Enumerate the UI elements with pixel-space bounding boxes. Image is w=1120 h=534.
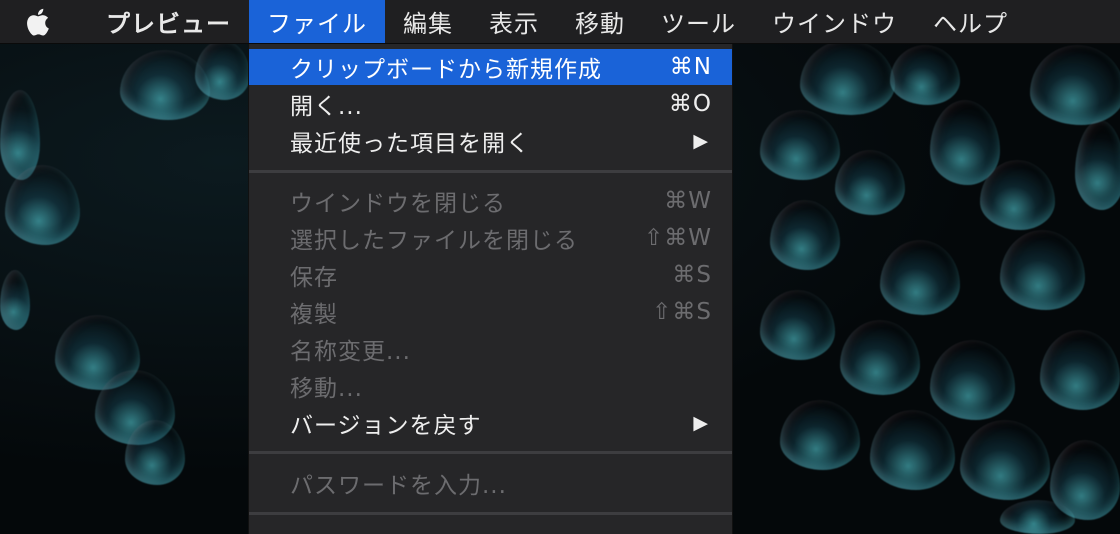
menu-item-open[interactable]: 開く... ⌘O <box>249 86 732 122</box>
menu-item-label: 保存 <box>290 265 338 291</box>
menu-item-label: パスワードを入力... <box>290 473 507 499</box>
menu-go[interactable]: 移動 <box>557 0 643 43</box>
menu-item-enter-password: パスワードを入力... <box>249 465 732 501</box>
submenu-arrow-icon: ▶ <box>693 412 708 434</box>
menu-item-label: 移動... <box>290 376 363 402</box>
wallpaper-bokeh <box>195 40 250 100</box>
menu-item-close-window: ウインドウを閉じる ⌘W <box>249 183 732 219</box>
menu-view[interactable]: 表示 <box>471 0 557 43</box>
menu-bar: プレビュー ファイル 編集 表示 移動 ツール ウインドウ ヘルプ <box>0 0 1120 44</box>
menu-item-label: 開く... <box>290 94 363 120</box>
wallpaper-bokeh <box>890 45 960 105</box>
shortcut-label: ⌘N <box>669 54 712 80</box>
menu-separator <box>249 170 732 173</box>
menu-separator <box>249 451 732 454</box>
menu-item-label: クリップボードから新規作成 <box>290 57 602 83</box>
menu-item-label: 名称変更... <box>290 339 411 365</box>
wallpaper-bokeh <box>930 340 1015 420</box>
wallpaper-bokeh <box>780 400 860 470</box>
wallpaper-bokeh <box>980 160 1055 230</box>
wallpaper-bokeh <box>770 200 840 270</box>
shortcut-label: ⇧⌘S <box>652 299 712 325</box>
wallpaper-bokeh <box>1075 120 1120 210</box>
menu-item-revert-to[interactable]: バージョンを戻す ▶ <box>249 405 732 441</box>
wallpaper-bokeh <box>5 165 80 245</box>
wallpaper-bokeh <box>0 270 30 330</box>
wallpaper-bokeh <box>1030 45 1120 125</box>
wallpaper-bokeh <box>880 240 960 315</box>
menu-item-new-from-clipboard[interactable]: クリップボードから新規作成 ⌘N <box>249 49 732 85</box>
wallpaper-bokeh <box>1000 230 1085 310</box>
apple-menu[interactable] <box>0 0 74 43</box>
submenu-arrow-icon: ▶ <box>693 130 708 152</box>
menu-item-label: ウインドウを閉じる <box>290 191 506 217</box>
menu-item-close-selected: 選択したファイルを閉じる ⇧⌘W <box>249 220 732 256</box>
wallpaper-bokeh <box>960 420 1050 500</box>
menu-item-save: 保存 ⌘S <box>249 257 732 293</box>
shortcut-label: ⌘O <box>668 91 712 117</box>
wallpaper-bokeh <box>760 110 840 180</box>
wallpaper-bokeh <box>800 40 895 115</box>
apple-logo-icon <box>27 8 49 36</box>
menu-tools[interactable]: ツール <box>643 0 754 43</box>
wallpaper-bokeh <box>870 410 955 490</box>
shortcut-label: ⌘W <box>664 188 712 214</box>
menu-window[interactable]: ウインドウ <box>754 0 915 43</box>
menu-item-open-recent[interactable]: 最近使った項目を開く ▶ <box>249 123 732 159</box>
menu-separator <box>249 512 732 515</box>
wallpaper-bokeh <box>125 420 185 485</box>
app-menu[interactable]: プレビュー <box>74 0 249 43</box>
menu-item-label: 選択したファイルを閉じる <box>290 228 578 254</box>
menu-item-duplicate: 複製 ⇧⌘S <box>249 294 732 330</box>
menu-help[interactable]: ヘルプ <box>915 0 1026 43</box>
menu-item-label: 最近使った項目を開く <box>290 131 530 157</box>
file-menu-dropdown: クリップボードから新規作成 ⌘N 開く... ⌘O 最近使った項目を開く ▶ ウ… <box>248 43 733 534</box>
menu-edit[interactable]: 編集 <box>385 0 471 43</box>
menu-item-label: 複製 <box>290 302 338 328</box>
wallpaper-bokeh <box>835 150 905 215</box>
shortcut-label: ⌘S <box>672 262 712 288</box>
wallpaper-bokeh <box>1000 500 1075 534</box>
wallpaper-bokeh <box>760 290 835 360</box>
menu-item-label: バージョンを戻す <box>290 413 482 439</box>
menu-item-rename: 名称変更... <box>249 331 732 367</box>
wallpaper-bokeh <box>1040 330 1120 410</box>
shortcut-label: ⇧⌘W <box>643 225 712 251</box>
menu-item-move: 移動... <box>249 368 732 404</box>
wallpaper-bokeh <box>840 320 920 395</box>
menu-file[interactable]: ファイル <box>249 0 385 43</box>
